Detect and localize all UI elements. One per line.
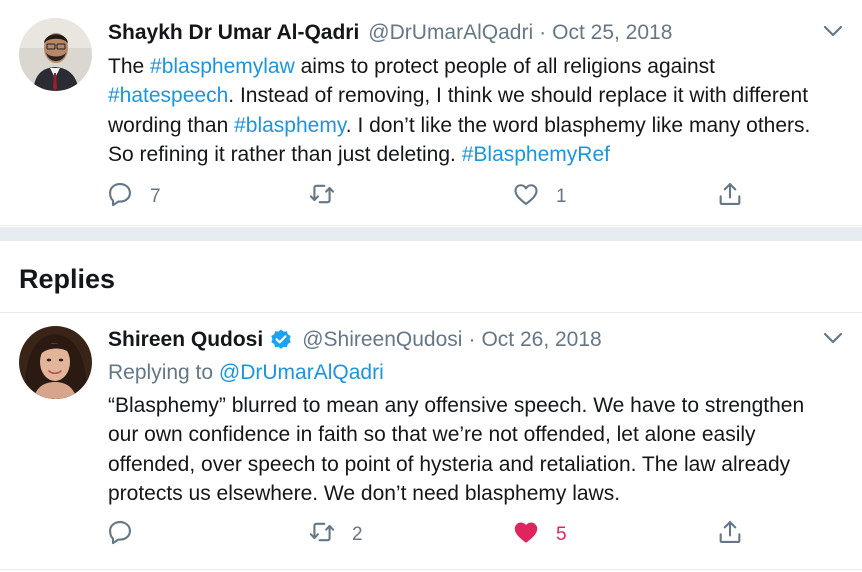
- like-button[interactable]: 1: [512, 182, 567, 212]
- like-icon: [512, 518, 540, 552]
- chevron-down-icon[interactable]: [823, 24, 843, 38]
- retweet-count: 2: [352, 524, 363, 545]
- reply-button[interactable]: 7: [106, 182, 161, 212]
- reply-count: 7: [150, 186, 161, 207]
- tweet-date[interactable]: Oct 25, 2018: [552, 20, 672, 46]
- hashtag-link[interactable]: #blasphemylaw: [150, 55, 295, 78]
- main-tweet[interactable]: Shaykh Dr Umar Al-Qadri @DrUmarAlQadri ·…: [0, 0, 862, 226]
- author-name[interactable]: Shireen Qudosi: [108, 327, 263, 353]
- mention-link[interactable]: @DrUmarAlQadri: [219, 361, 384, 384]
- retweet-button[interactable]: 2: [308, 520, 363, 550]
- like-button[interactable]: 5: [512, 520, 567, 550]
- chevron-down-icon[interactable]: [823, 331, 843, 345]
- reply-button[interactable]: [106, 520, 150, 550]
- replying-to: Replying to @DrUmarAlQadri: [108, 360, 384, 386]
- retweet-icon: [308, 180, 336, 214]
- tweet-header: Shaykh Dr Umar Al-Qadri @DrUmarAlQadri ·…: [108, 20, 672, 46]
- avatar[interactable]: [19, 18, 92, 91]
- replies-title: Replies: [19, 264, 116, 294]
- verified-badge-icon: [269, 328, 293, 352]
- reply-icon: [106, 180, 134, 214]
- like-count: 1: [556, 186, 567, 207]
- replies-header: Replies: [0, 241, 862, 312]
- share-icon: [716, 518, 744, 552]
- author-name[interactable]: Shaykh Dr Umar Al-Qadri: [108, 20, 359, 46]
- share-icon: [716, 180, 744, 214]
- tweet-text: The #blasphemylaw aims to protect people…: [108, 52, 838, 169]
- reply-tweet[interactable]: Shireen Qudosi @ShireenQudosi · Oct 26, …: [0, 312, 862, 570]
- hashtag-link[interactable]: #BlasphemyRef: [462, 143, 610, 166]
- section-divider: [0, 227, 862, 241]
- text-segment: aims to protect people of all religions …: [294, 55, 716, 78]
- text-segment: The: [108, 55, 151, 78]
- like-icon: [512, 180, 540, 214]
- tweet-text: “Blasphemy” blurred to mean any offensiv…: [108, 394, 805, 505]
- like-count: 5: [556, 524, 567, 545]
- tweet-header: Shireen Qudosi @ShireenQudosi · Oct 26, …: [108, 327, 602, 353]
- hashtag-link[interactable]: #hatespeech: [108, 84, 228, 107]
- share-button[interactable]: [716, 182, 744, 212]
- share-button[interactable]: [716, 520, 744, 550]
- tweet-actions: 7 1: [106, 182, 756, 212]
- separator: ·: [539, 21, 547, 44]
- replying-label: Replying to: [108, 361, 219, 384]
- tweet-date[interactable]: Oct 26, 2018: [481, 327, 601, 353]
- author-handle[interactable]: @ShireenQudosi: [302, 327, 462, 353]
- retweet-button[interactable]: [308, 182, 352, 212]
- avatar[interactable]: [19, 326, 92, 399]
- reply-icon: [106, 518, 134, 552]
- tweet-actions: 2 5: [106, 520, 756, 550]
- retweet-icon: [308, 518, 336, 552]
- author-handle[interactable]: @DrUmarAlQadri: [368, 20, 533, 46]
- hashtag-link[interactable]: #blasphemy: [234, 114, 346, 137]
- separator: ·: [468, 328, 476, 351]
